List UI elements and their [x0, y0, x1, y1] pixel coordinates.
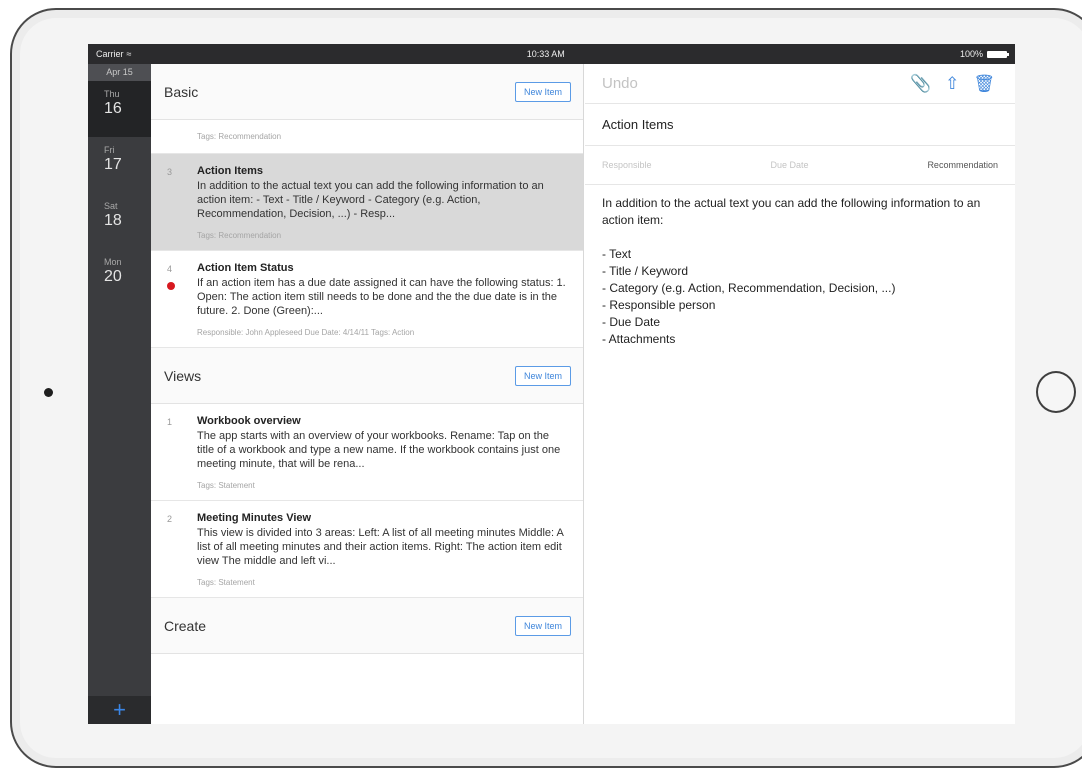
item-body: This view is divided into 3 areas: Left:…: [197, 527, 564, 567]
responsible-field[interactable]: Responsible: [602, 160, 652, 170]
date-item[interactable]: Fri 17: [88, 137, 151, 193]
date-weekday: Fri: [104, 145, 115, 155]
section-title: Create: [164, 617, 207, 634]
home-button[interactable]: [1036, 371, 1076, 413]
date-item[interactable]: Sat 18: [88, 193, 151, 249]
undo-button[interactable]: Undo: [602, 75, 638, 92]
list-item[interactable]: 4 Action Item Status If an action item h…: [151, 251, 583, 348]
camera: [44, 388, 53, 397]
item-number: 3: [167, 167, 173, 177]
date-sidebar: Apr 15 Thu 16 Fri 17 Sat 18 Mon 20 +: [88, 64, 151, 724]
date-day: 16: [104, 100, 122, 117]
item-title: Meeting Minutes View: [197, 512, 312, 524]
battery-percent: 100%: [959, 49, 983, 59]
section-header-views: Views New Item: [151, 348, 583, 404]
new-item-button[interactable]: New Item: [514, 365, 571, 386]
date-day: 20: [104, 268, 122, 285]
item-body: If an action item has a due date assigne…: [197, 277, 566, 317]
action-items-list: Basic New Item Tags: Recommendation 3 Ac…: [151, 64, 584, 724]
date-day: 17: [104, 156, 122, 173]
add-meeting-button[interactable]: +: [88, 696, 151, 724]
item-body: The app starts with an overview of your …: [197, 430, 561, 470]
section-title: Views: [164, 367, 202, 384]
item-meta: Responsible: John Appleseed Due Date: 4/…: [197, 328, 415, 337]
status-time: 10:33 AM: [526, 49, 565, 59]
list-item[interactable]: 2 Meeting Minutes View This view is divi…: [151, 501, 583, 598]
paperclip-icon[interactable]: 📎: [910, 74, 931, 94]
detail-toolbar: Undo 📎 ⇧ 🗑: [585, 64, 1015, 104]
detail-title-field[interactable]: Action Items: [585, 104, 1015, 146]
item-body: In addition to the actual text you can a…: [197, 180, 544, 220]
detail-pane: Undo 📎 ⇧ 🗑 Action Items Responsible Due …: [585, 64, 1015, 724]
list-item-tags[interactable]: Tags: Recommendation: [151, 120, 583, 154]
wifi-icon: ≈: [126, 49, 132, 59]
date-item[interactable]: Mon 20: [88, 249, 151, 305]
due-date-field[interactable]: Due Date: [770, 160, 808, 170]
item-title: Workbook overview: [197, 415, 301, 427]
date-day: 18: [104, 212, 122, 229]
list-item[interactable]: 3 Action Items In addition to the actual…: [151, 154, 583, 251]
detail-fields: Responsible Due Date Recommendation: [585, 146, 1015, 185]
date-weekday: Sat: [104, 201, 118, 211]
item-number: 4: [167, 264, 173, 274]
date-weekday: Mon: [104, 257, 122, 267]
share-icon[interactable]: ⇧: [945, 74, 959, 94]
trash-icon[interactable]: 🗑: [973, 74, 995, 94]
new-item-button[interactable]: New Item: [514, 615, 571, 636]
section-title: Basic: [164, 83, 199, 100]
item-number: 1: [167, 417, 173, 427]
date-weekday: Thu: [104, 89, 120, 99]
status-dot-icon: [167, 282, 175, 290]
new-item-button[interactable]: New Item: [514, 81, 571, 102]
screen: Carrier ≈ 10:33 AM 100% Apr 15 Thu 16 Fr…: [88, 44, 1015, 724]
battery-icon: [987, 50, 1009, 58]
section-header-basic: Basic New Item: [151, 64, 583, 120]
detail-text-area[interactable]: In addition to the actual text you can a…: [585, 185, 1015, 358]
carrier-label: Carrier: [96, 49, 124, 59]
item-number: 2: [167, 514, 173, 524]
date-item[interactable]: Thu 16: [88, 81, 151, 137]
category-field[interactable]: Recommendation: [927, 160, 998, 170]
status-bar: Carrier ≈ 10:33 AM 100%: [88, 44, 1015, 64]
item-title: Action Item Status: [197, 262, 294, 274]
list-item[interactable]: 1 Workbook overview The app starts with …: [151, 404, 583, 501]
item-title: Action Items: [197, 165, 264, 177]
item-meta: Tags: Statement: [197, 578, 255, 587]
section-header-create: Create New Item: [151, 598, 583, 654]
month-label: Apr 15: [88, 64, 151, 81]
item-meta: Tags: Statement: [197, 481, 255, 490]
item-meta: Tags: Recommendation: [197, 231, 282, 240]
